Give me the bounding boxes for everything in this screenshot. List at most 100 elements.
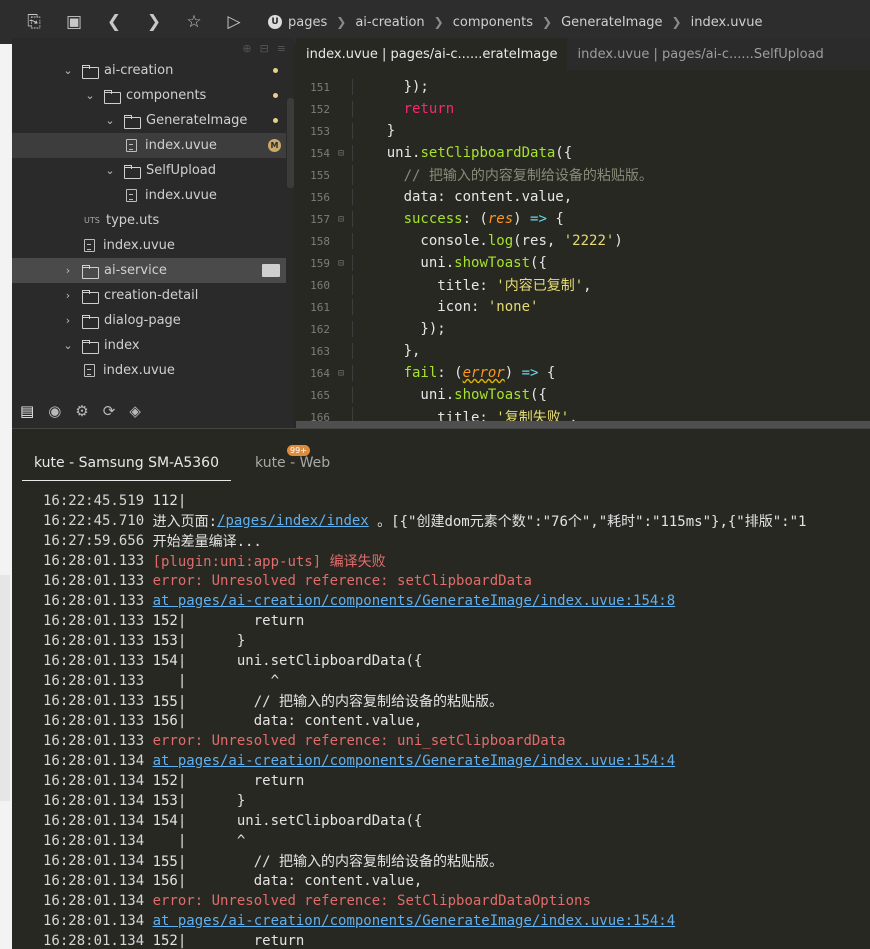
chevron-right-icon[interactable]: › (62, 314, 74, 327)
tab-self-upload[interactable]: index.uvue | pages/ai-c......SelfUpload (567, 38, 833, 70)
code-text: uni.setClipboardData({ (352, 145, 572, 161)
tree-item[interactable]: ⌄ index (12, 333, 286, 358)
code-text: success: (res) => { (352, 211, 564, 227)
tree-item[interactable]: ⌄ components (12, 83, 286, 108)
globe-icon[interactable]: ◈ (129, 402, 141, 420)
open-folder-icon[interactable] (262, 264, 280, 277)
line-number: 154 (310, 146, 330, 160)
tree-item[interactable]: UTS type.uts (12, 208, 286, 233)
log-line: 16:28:01.133 [plugin:uni:app-uts] 编译失败 (43, 551, 870, 571)
tree-item[interactable]: index.uvue (12, 233, 286, 258)
code-token: console. (353, 233, 488, 249)
tree-item-label: ai-creation (104, 63, 174, 78)
tree-item[interactable]: › creation-detail (12, 283, 286, 308)
line-number: 151 (310, 80, 330, 94)
log-timestamp: 16:27:59.656 (43, 533, 153, 549)
code-text: fail: (error) => { (352, 365, 555, 381)
chevron-down-icon[interactable]: ⌄ (84, 89, 96, 102)
tree-item[interactable]: › dialog-page (12, 308, 286, 333)
breadcrumb-item[interactable]: pages (288, 15, 327, 30)
breadcrumb-item[interactable]: components (453, 15, 533, 30)
modified-dot (273, 93, 278, 98)
tree-item[interactable]: ⌄ ai-creation (12, 58, 286, 83)
log-timestamp: 16:28:01.133 (43, 613, 153, 629)
line-number: 161 (310, 300, 330, 314)
breadcrumb-item[interactable]: index.uvue (691, 15, 763, 30)
code-area[interactable]: 151 }); 152 return 153 } 154 ⊟ uni.setClipbo… (296, 76, 870, 428)
code-token: => (521, 365, 539, 381)
tree-item-label: index.uvue (145, 188, 217, 203)
tree-item-label: ai-service (104, 263, 167, 278)
tree-item[interactable]: › ai-service (12, 258, 286, 283)
editor-tabs: index.uvue | pages/ai-c......erateImage … (296, 38, 870, 70)
tree-item[interactable]: ⌄ GenerateImage (12, 108, 286, 133)
code-text: }, (352, 343, 420, 359)
log-message: 112| (152, 493, 187, 509)
tab-console-device[interactable]: kute - Samsung SM-A5360 (22, 445, 232, 481)
fold-icon[interactable]: ⊟ (330, 368, 352, 379)
chevron-down-icon[interactable]: ⌄ (104, 114, 116, 127)
log-line: 16:28:01.133 154| uni.setClipboardData({ (43, 651, 870, 671)
tab-generate-image[interactable]: index.uvue | pages/ai-c......erateImage (296, 38, 568, 70)
code-token: : ( (437, 365, 463, 381)
log-source-link[interactable]: at pages/ai-creation/components/Generate… (153, 753, 676, 769)
tree-item[interactable]: index.uvue (12, 358, 286, 383)
chevron-down-icon[interactable]: ⌄ (104, 164, 116, 177)
console-scrollbar[interactable] (0, 575, 10, 801)
tree-item[interactable]: index.uvue M (12, 133, 286, 158)
log-message: error: Unresolved reference: uni_setClip… (152, 733, 566, 749)
folder-icon (124, 164, 141, 179)
log-timestamp: 16:28:01.134 (43, 933, 153, 949)
editor-horizontal-scrollbar[interactable] (296, 421, 870, 428)
log-source-link[interactable]: at pages/ai-creation/components/Generate… (153, 913, 676, 929)
log-source-link[interactable]: at pages/ai-creation/components/Generate… (153, 593, 676, 609)
line-number: 152 (310, 102, 330, 116)
fold-icon[interactable]: ⊟ (330, 214, 352, 225)
log-timestamp: 16:28:01.133 (43, 693, 153, 709)
tree-item[interactable]: ⌄ SelfUpload (12, 158, 286, 183)
log-timestamp: 16:28:01.134 (43, 893, 153, 909)
tree-item-label: index.uvue (103, 363, 175, 378)
sidebar-scrollbar[interactable] (287, 98, 294, 188)
chevron-right-icon[interactable]: › (62, 289, 74, 302)
code-token: uni. (353, 255, 455, 271)
git-icon[interactable]: ⟳ (103, 402, 116, 420)
log-timestamp: 16:22:45.710 (43, 513, 153, 529)
menu-icon[interactable]: ≡ (277, 42, 286, 55)
code-token: fail (353, 365, 438, 381)
page-link[interactable]: /pages/index/index (217, 513, 369, 529)
add-icon[interactable]: ⊕ (242, 42, 251, 55)
bug-icon[interactable]: ⚙ (75, 402, 88, 420)
tab-overflow[interactable]: t (834, 38, 870, 70)
tab-console-web[interactable]: kute - Web 99+ (243, 445, 342, 481)
breadcrumb-item[interactable]: ai-creation (355, 15, 424, 30)
log-message: [plugin:uni:app-uts] 编译失败 (152, 554, 386, 570)
fold-icon[interactable]: ⊟ (330, 148, 352, 159)
code-token: => (530, 211, 547, 227)
code-token: icon: (353, 299, 488, 315)
chevron-down-icon[interactable]: ⌄ (62, 339, 74, 352)
code-token: title: (353, 278, 497, 294)
line-number: 165 (310, 388, 330, 402)
code-token: data: content.value, (353, 189, 573, 205)
code-line: 152 return (296, 98, 870, 120)
binoculars-icon[interactable]: ◉ (48, 402, 61, 420)
line-number: 160 (310, 278, 330, 292)
code-text: title: '内容已复制', (352, 275, 592, 295)
log-line: 16:22:45.519 112| (43, 491, 870, 511)
log-message: 152| return (152, 773, 305, 789)
chevron-down-icon[interactable]: ⌄ (62, 64, 74, 77)
log-timestamp: 16:22:45.519 (43, 493, 153, 509)
log-message: 153| } (152, 633, 246, 649)
console-tabs: kute - Samsung SM-A5360 kute - Web 99+ (12, 429, 870, 481)
sidebar-bottom-bar: ▤ ◉ ⚙ ⟳ ◈ (12, 394, 294, 428)
tree-item[interactable]: index.uvue (12, 183, 286, 208)
log-line: 16:27:59.656 开始差量编译... (43, 531, 870, 551)
project-icon[interactable]: ▤ (20, 402, 34, 420)
breadcrumb-item[interactable]: GenerateImage (561, 15, 662, 30)
code-text: }); (352, 321, 446, 337)
log-timestamp: 16:28:01.133 (43, 633, 153, 649)
collapse-icon[interactable]: ⊟ (260, 42, 269, 55)
fold-icon[interactable]: ⊟ (330, 258, 352, 269)
chevron-right-icon[interactable]: › (62, 264, 74, 277)
